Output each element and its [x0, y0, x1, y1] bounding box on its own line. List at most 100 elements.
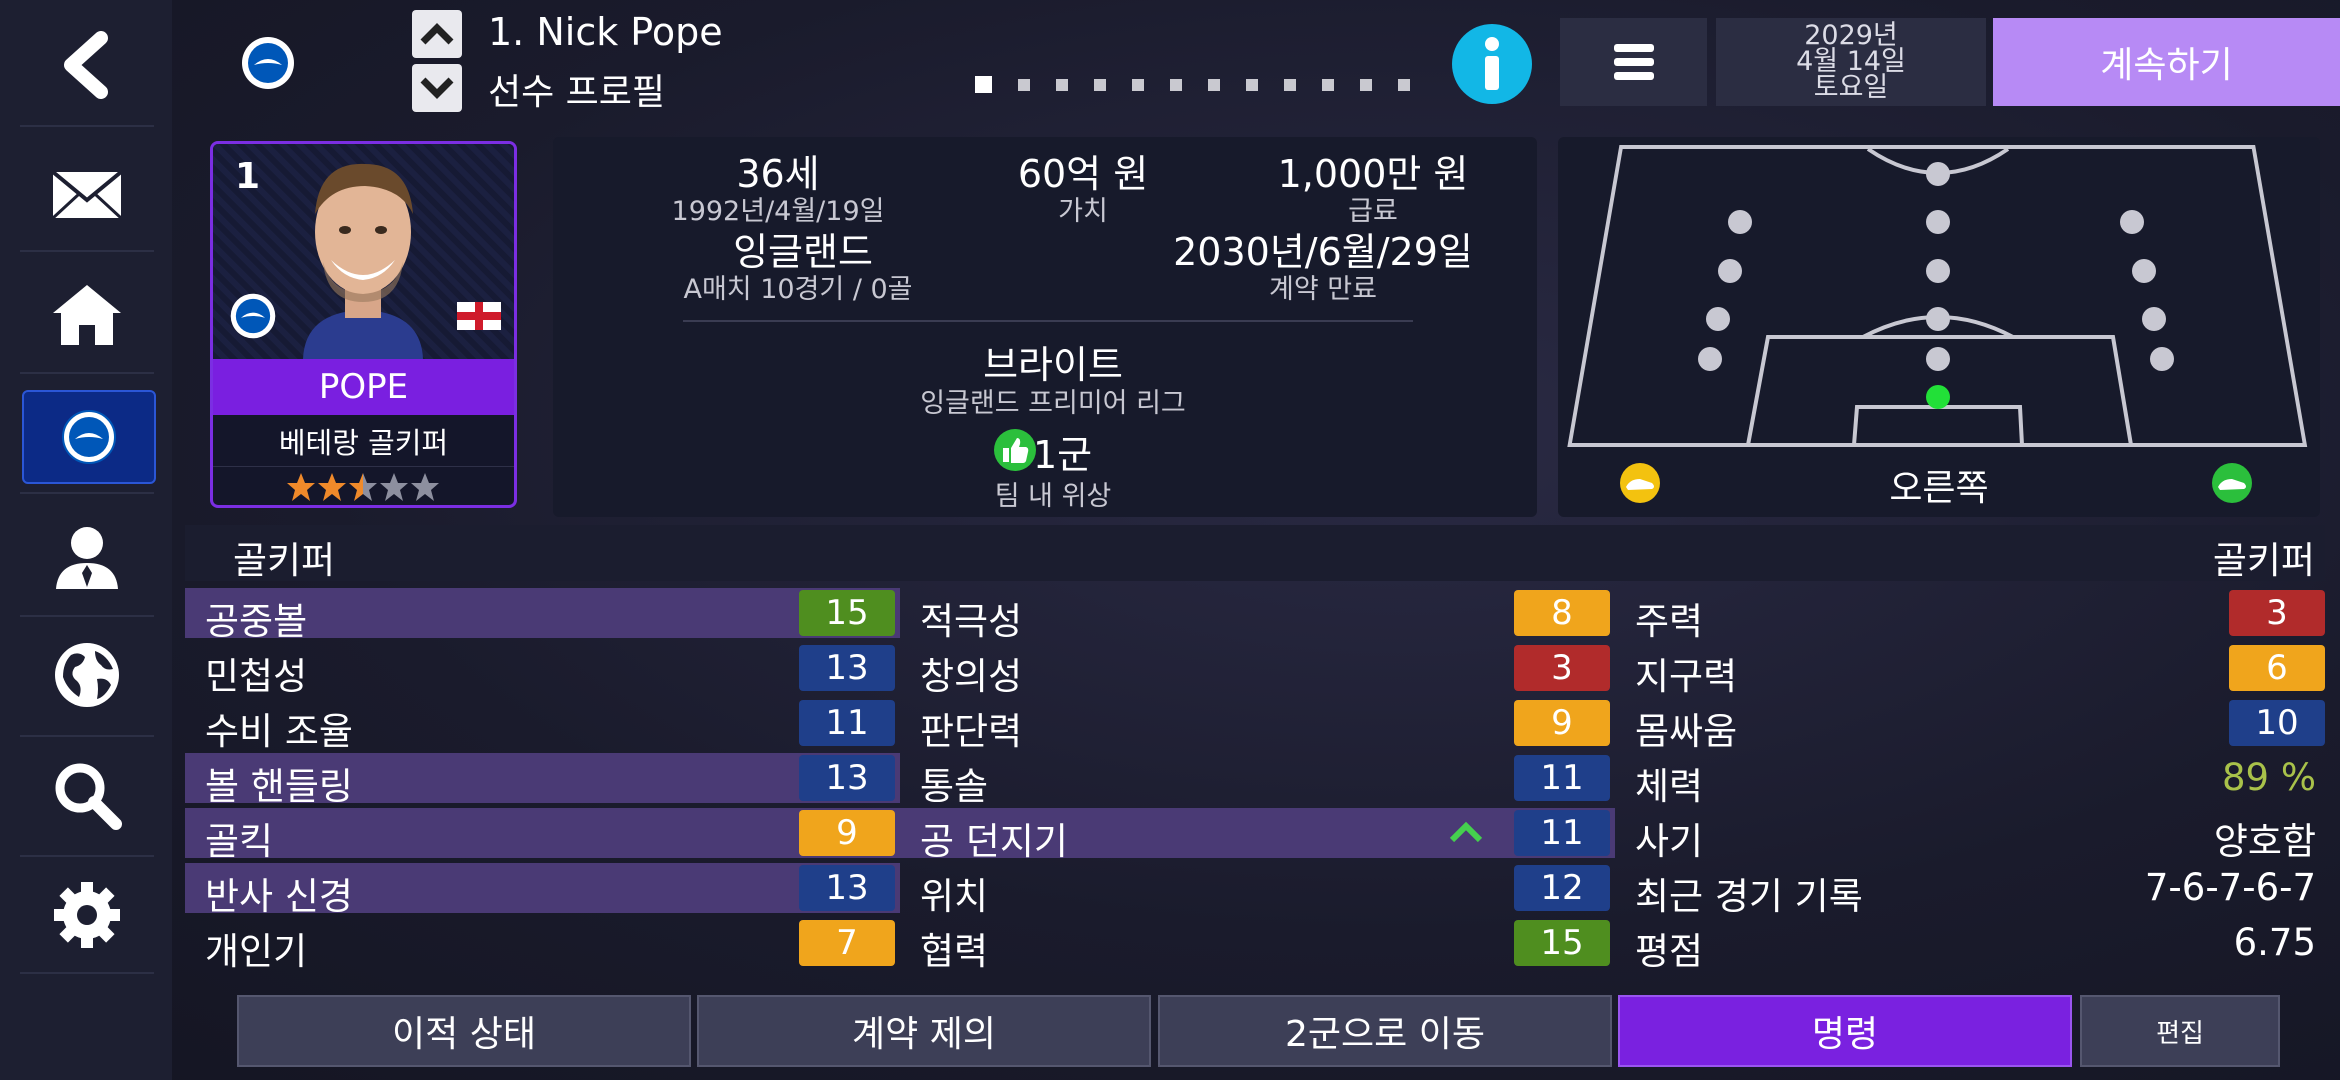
- attr-label: 통솔: [920, 765, 989, 808]
- attr-value: 15: [1514, 920, 1610, 966]
- info-button[interactable]: [1450, 22, 1534, 110]
- attr-label: 반사 신경: [205, 875, 353, 918]
- attr-value: 11: [799, 700, 895, 746]
- page-dot[interactable]: [1398, 79, 1410, 91]
- attr-label: 몸싸움: [1635, 710, 1738, 753]
- search-icon: [55, 763, 122, 830]
- attr-row[interactable]: 체력 89 %: [1615, 753, 2330, 808]
- attr-label: 위치: [920, 875, 989, 918]
- attr-value: 9: [799, 810, 895, 856]
- attr-row[interactable]: 판단력 9: [900, 698, 1615, 753]
- player-info-panel: 36세 1992년/4월/19일 60억 원 가치 1,000만 원 급료 잉글…: [553, 137, 1537, 517]
- attr-value: 11: [1514, 755, 1610, 801]
- club-button[interactable]: [22, 390, 156, 484]
- attr-row[interactable]: 사기 양호함: [1615, 808, 2330, 863]
- attr-value: 13: [799, 755, 895, 801]
- left-foot-icon: [1618, 463, 1662, 507]
- page-dot[interactable]: [1284, 79, 1296, 91]
- previous-player-button[interactable]: [412, 10, 462, 58]
- attr-label: 최근 경기 기록: [1635, 875, 1863, 918]
- attr-value: 15: [799, 590, 895, 636]
- star-icon: [411, 473, 439, 501]
- attr-row[interactable]: 최근 경기 기록 7-6-7-6-7: [1615, 863, 2330, 918]
- info-icon: [1452, 24, 1532, 104]
- move-to-reserves-button[interactable]: 2군으로 이동: [1158, 995, 1612, 1067]
- attr-label: 지구력: [1635, 655, 1738, 698]
- attr-row[interactable]: 평점 6.75: [1615, 918, 2330, 973]
- page-dot[interactable]: [1208, 79, 1220, 91]
- attr-label: 창의성: [920, 655, 1023, 698]
- page-dot[interactable]: [1322, 79, 1334, 91]
- squad-status: 1군: [1033, 433, 1093, 477]
- star-rating: [287, 473, 439, 501]
- attr-row[interactable]: 골킥 9: [185, 808, 900, 863]
- chevron-up-icon: [1449, 821, 1483, 843]
- contract-label: 계약 만료: [1269, 274, 1377, 305]
- attributes-header: 골키퍼 골키퍼: [185, 525, 2325, 582]
- manager-button[interactable]: [22, 508, 152, 608]
- attr-label: 민첩성: [205, 655, 308, 698]
- attr-row[interactable]: 통솔 11: [900, 753, 1615, 808]
- attr-row[interactable]: 민첩성 13: [185, 643, 900, 698]
- page-dot[interactable]: [1094, 79, 1106, 91]
- attr-row[interactable]: 공중볼 15: [185, 588, 900, 643]
- attr-row[interactable]: 공 던지기 11: [900, 808, 1615, 863]
- edit-button[interactable]: 편집: [2080, 995, 2280, 1067]
- globe-icon: [55, 643, 119, 707]
- player-name: POPE: [213, 359, 514, 415]
- attr-row[interactable]: 지구력 6: [1615, 643, 2330, 698]
- home-button[interactable]: [22, 265, 152, 365]
- squad-label: 팀 내 위상: [994, 481, 1112, 512]
- player-title: 1. Nick Pope: [488, 10, 723, 54]
- attr-value: 6: [2229, 645, 2325, 691]
- attr-row[interactable]: 몸싸움 10: [1615, 698, 2330, 753]
- manager-icon: [56, 527, 118, 589]
- attr-label: 평점: [1635, 930, 1704, 973]
- page-dot-active[interactable]: [975, 76, 992, 93]
- home-icon: [53, 285, 121, 345]
- command-button[interactable]: 명령: [1618, 995, 2072, 1067]
- attr-label: 볼 핸들링: [205, 765, 353, 808]
- position-pitch: 오른쪽: [1558, 137, 2320, 517]
- chevron-up-icon: [420, 23, 454, 45]
- fitness-value: 89 %: [2222, 756, 2316, 799]
- attr-row[interactable]: 위치 12: [900, 863, 1615, 918]
- attr-row[interactable]: 협력 15: [900, 918, 1615, 973]
- page-dot[interactable]: [1056, 79, 1068, 91]
- world-button[interactable]: [22, 625, 152, 725]
- page-dot[interactable]: [1360, 79, 1372, 91]
- contract-offer-button[interactable]: 계약 제의: [697, 995, 1151, 1067]
- mail-button[interactable]: [22, 145, 152, 245]
- attr-label: 판단력: [920, 710, 1023, 753]
- attr-row[interactable]: 볼 핸들링 13: [185, 753, 900, 808]
- attr-row[interactable]: 개인기 7: [185, 918, 900, 973]
- back-button[interactable]: [22, 15, 152, 115]
- attr-row[interactable]: 창의성 3: [900, 643, 1615, 698]
- attr-value: 13: [799, 865, 895, 911]
- attr-label: 공 던지기: [920, 820, 1068, 863]
- mail-icon: [51, 170, 123, 220]
- player-photo: [303, 163, 423, 359]
- next-player-button[interactable]: [412, 64, 462, 112]
- club-crest-icon: [242, 37, 294, 89]
- star-icon: [318, 473, 346, 501]
- page-dot[interactable]: [1018, 79, 1030, 91]
- attr-row[interactable]: 수비 조율 11: [185, 698, 900, 753]
- attr-value: 8: [1514, 590, 1610, 636]
- page-dot[interactable]: [1246, 79, 1258, 91]
- transfer-status-button[interactable]: 이적 상태: [237, 995, 691, 1067]
- date-display: 2029년 4월 14일 토요일: [1716, 18, 1986, 106]
- player-role: 베테랑 골키퍼: [213, 416, 514, 467]
- continue-button[interactable]: 계속하기: [1993, 18, 2340, 106]
- club-crest-icon: [62, 410, 116, 464]
- search-button[interactable]: [22, 745, 152, 845]
- attributes-left-title: 골키퍼: [233, 539, 336, 582]
- menu-button[interactable]: [1560, 18, 1707, 106]
- attr-row[interactable]: 적극성 8: [900, 588, 1615, 643]
- gear-icon: [54, 882, 120, 948]
- page-dot[interactable]: [1132, 79, 1144, 91]
- page-dot[interactable]: [1170, 79, 1182, 91]
- attr-row[interactable]: 주력 3: [1615, 588, 2330, 643]
- attr-row[interactable]: 반사 신경 13: [185, 863, 900, 918]
- settings-button[interactable]: [22, 865, 152, 965]
